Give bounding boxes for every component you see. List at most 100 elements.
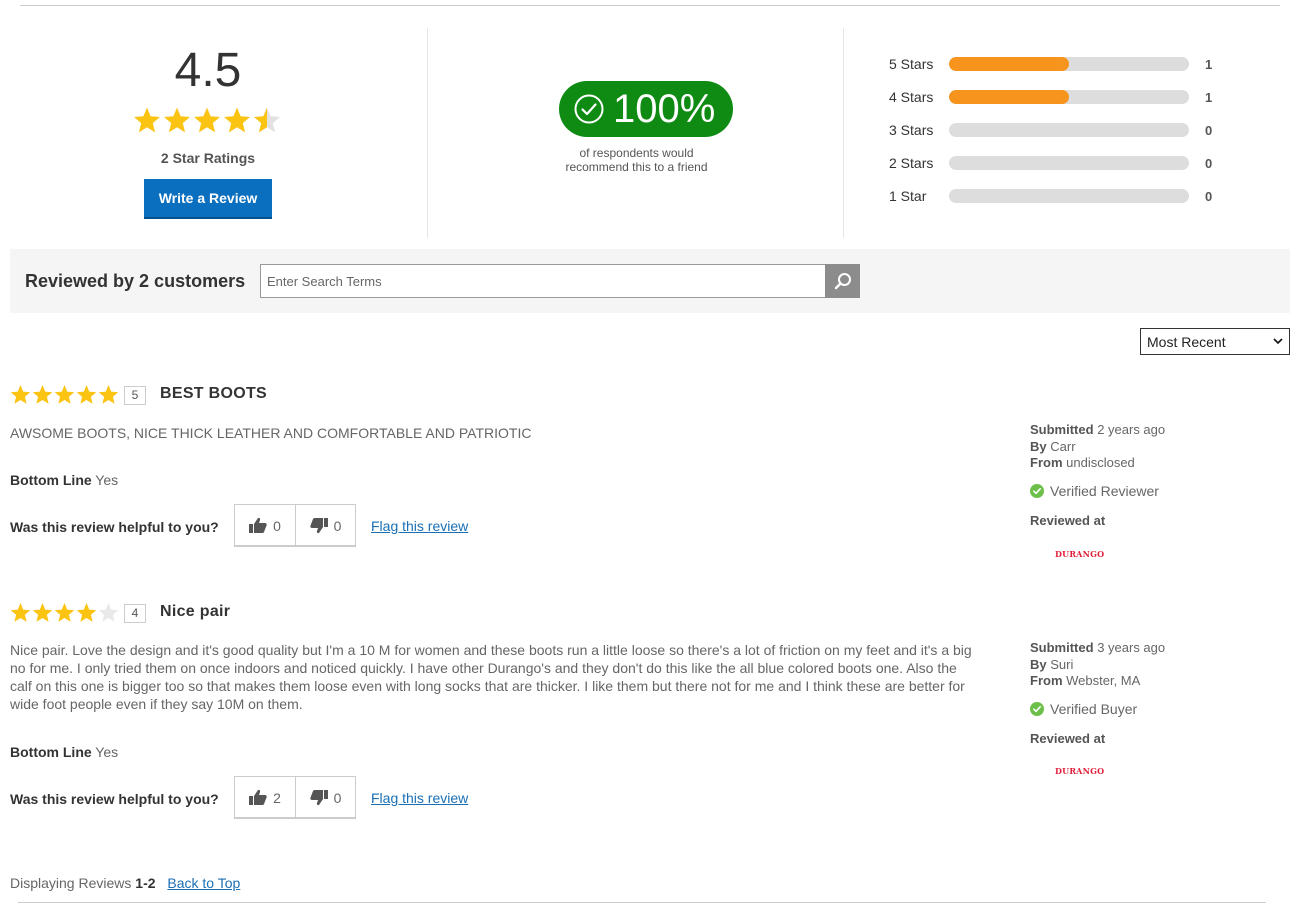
from-label: From: [1030, 455, 1063, 470]
bottom-line-label: Bottom Line: [10, 744, 92, 760]
thumbs-up-button[interactable]: 0: [235, 505, 295, 546]
brand-logo: DURANGO: [1055, 766, 1105, 776]
verified-label: Verified Buyer: [1050, 701, 1138, 717]
verified-check-icon: [1030, 484, 1044, 498]
recommend-percent: 100%: [613, 87, 716, 131]
thumbs-down-button[interactable]: 0: [294, 777, 355, 818]
star-rating-icon: [134, 107, 280, 133]
check-circle-icon: [574, 94, 604, 124]
histogram-row-3[interactable]: 3 Stars 0: [889, 122, 1212, 138]
histogram-row-5[interactable]: 5 Stars 1: [889, 56, 1212, 72]
reviewed-at-label: Reviewed at: [1030, 513, 1106, 528]
bottom-divider: [18, 902, 1266, 903]
brand-logo: DURANGO: [1055, 549, 1105, 559]
histogram-count: 0: [1205, 155, 1213, 171]
submitted-value: 2 years ago: [1097, 422, 1166, 437]
average-rating-panel: 4.5 2 Star Ratings Write a Review: [10, 28, 426, 238]
average-rating: 4.5: [174, 44, 242, 97]
sort-selected-value: Most Recent: [1147, 333, 1226, 350]
histogram-label: 3 Stars: [889, 122, 934, 138]
review-title: BEST BOOTS: [160, 385, 268, 402]
thumbs-down-count: 0: [333, 789, 342, 806]
star-rating-icon: [10, 385, 119, 404]
sort-dropdown[interactable]: Most Recent: [1140, 328, 1290, 355]
histogram-bar-fill: [949, 90, 1069, 104]
flag-review-link[interactable]: Flag this review: [371, 518, 468, 534]
bottom-line-value: Yes: [95, 744, 119, 760]
histogram-count: 0: [1205, 122, 1213, 138]
average-stars: [133, 106, 283, 141]
thumbs-down-icon: [309, 790, 328, 806]
by-label: By: [1030, 438, 1047, 454]
histogram-row-2[interactable]: 2 Stars 0: [889, 155, 1212, 171]
bottom-line-label: Bottom Line: [10, 472, 92, 488]
histogram-bar: [949, 57, 1189, 71]
rating-summary: 4.5 2 Star Ratings Write a Review 100% o…: [10, 28, 1290, 238]
helpful-question: Was this review helpful to you?: [10, 791, 219, 807]
recommend-caption: of respondents would recommend this to a…: [428, 146, 845, 174]
recommend-caption-line-1: of respondents would: [579, 146, 694, 160]
pagination-footer: Displaying Reviews 1-2 Back to Top: [10, 875, 240, 891]
thumbs-down-icon: [309, 518, 328, 534]
write-review-button[interactable]: Write a Review: [144, 179, 272, 219]
review-body: AWSOME BOOTS, NICE THICK LEATHER AND COM…: [10, 425, 532, 441]
bottom-line: Bottom Line Yes: [10, 744, 118, 760]
search-button[interactable]: [825, 264, 860, 298]
submitted-value: 3 years ago: [1097, 640, 1166, 655]
reviewer-name: Suri: [1050, 656, 1074, 672]
histogram-row-1[interactable]: 1 Star 0: [889, 188, 1212, 204]
reviewed-at-label: Reviewed at: [1030, 731, 1106, 746]
helpful-votes: 2 0: [234, 776, 356, 819]
submitted-label: Submitted: [1030, 422, 1094, 437]
displaying-range: 1-2: [135, 875, 156, 891]
thumbs-up-count: 2: [273, 789, 281, 806]
verified-check-icon: [1030, 702, 1044, 716]
from-label: From: [1030, 673, 1063, 688]
histogram-bar: [949, 156, 1189, 170]
star-rating-icon: [10, 603, 119, 622]
rating-count: 2 Star Ratings: [160, 150, 256, 166]
back-to-top-link[interactable]: Back to Top: [167, 875, 240, 891]
review-title: Nice pair: [160, 603, 231, 620]
reviewer-details: Submitted 3 years ago By Suri From Webst…: [1030, 640, 1165, 690]
review-search-bar: Reviewed by 2 customers: [10, 249, 1290, 313]
histogram-label: 1 Star: [889, 188, 927, 204]
flag-review-link[interactable]: Flag this review: [371, 790, 468, 806]
review-rating-number: 5: [124, 385, 146, 405]
histogram-bar: [949, 123, 1189, 137]
review-body: Nice pair. Love the design and it's good…: [10, 642, 972, 712]
histogram-bar: [949, 189, 1189, 203]
chevron-down-icon: [1273, 338, 1283, 345]
helpful-question: Was this review helpful to you?: [10, 519, 219, 535]
reviewer-name: Carr: [1050, 438, 1076, 454]
histogram-count: 1: [1205, 89, 1213, 105]
thumbs-down-button[interactable]: 0: [294, 505, 355, 546]
recommend-panel: 100% of respondents would recommend this…: [427, 28, 844, 238]
histogram-label: 5 Stars: [889, 56, 934, 72]
displaying-label: Displaying Reviews: [10, 875, 132, 891]
histogram-bar-fill: [949, 57, 1069, 71]
bottom-line: Bottom Line Yes: [10, 472, 118, 488]
submitted-label: Submitted: [1030, 640, 1094, 655]
thumbs-up-icon: [249, 517, 267, 533]
top-divider: [20, 5, 1280, 6]
verified-badge: Verified Reviewer: [1030, 483, 1159, 499]
histogram-row-4[interactable]: 4 Stars 1: [889, 89, 1212, 105]
search-icon: [834, 273, 851, 290]
histogram-bar: [949, 90, 1189, 104]
review-rating-number: 4: [124, 603, 146, 623]
reviewer-details: Submitted 2 years ago By Carr From undis…: [1030, 422, 1165, 472]
reviewer-location: undisclosed: [1066, 455, 1135, 470]
verified-label: Verified Reviewer: [1050, 483, 1159, 499]
rating-histogram: 5 Stars 1 4 Stars 1 3 Stars 0 2 Stars 0 …: [845, 28, 1290, 238]
recommend-badge: 100%: [559, 81, 733, 137]
search-input[interactable]: [260, 264, 826, 298]
histogram-count: 1: [1205, 56, 1213, 72]
histogram-label: 4 Stars: [889, 89, 934, 105]
verified-badge: Verified Buyer: [1030, 701, 1137, 717]
histogram-label: 2 Stars: [889, 155, 934, 171]
reviewed-by-heading: Reviewed by 2 customers: [25, 271, 246, 291]
histogram-count: 0: [1205, 188, 1213, 204]
thumbs-up-button[interactable]: 2: [235, 777, 295, 818]
reviewer-location: Webster, MA: [1066, 673, 1141, 688]
